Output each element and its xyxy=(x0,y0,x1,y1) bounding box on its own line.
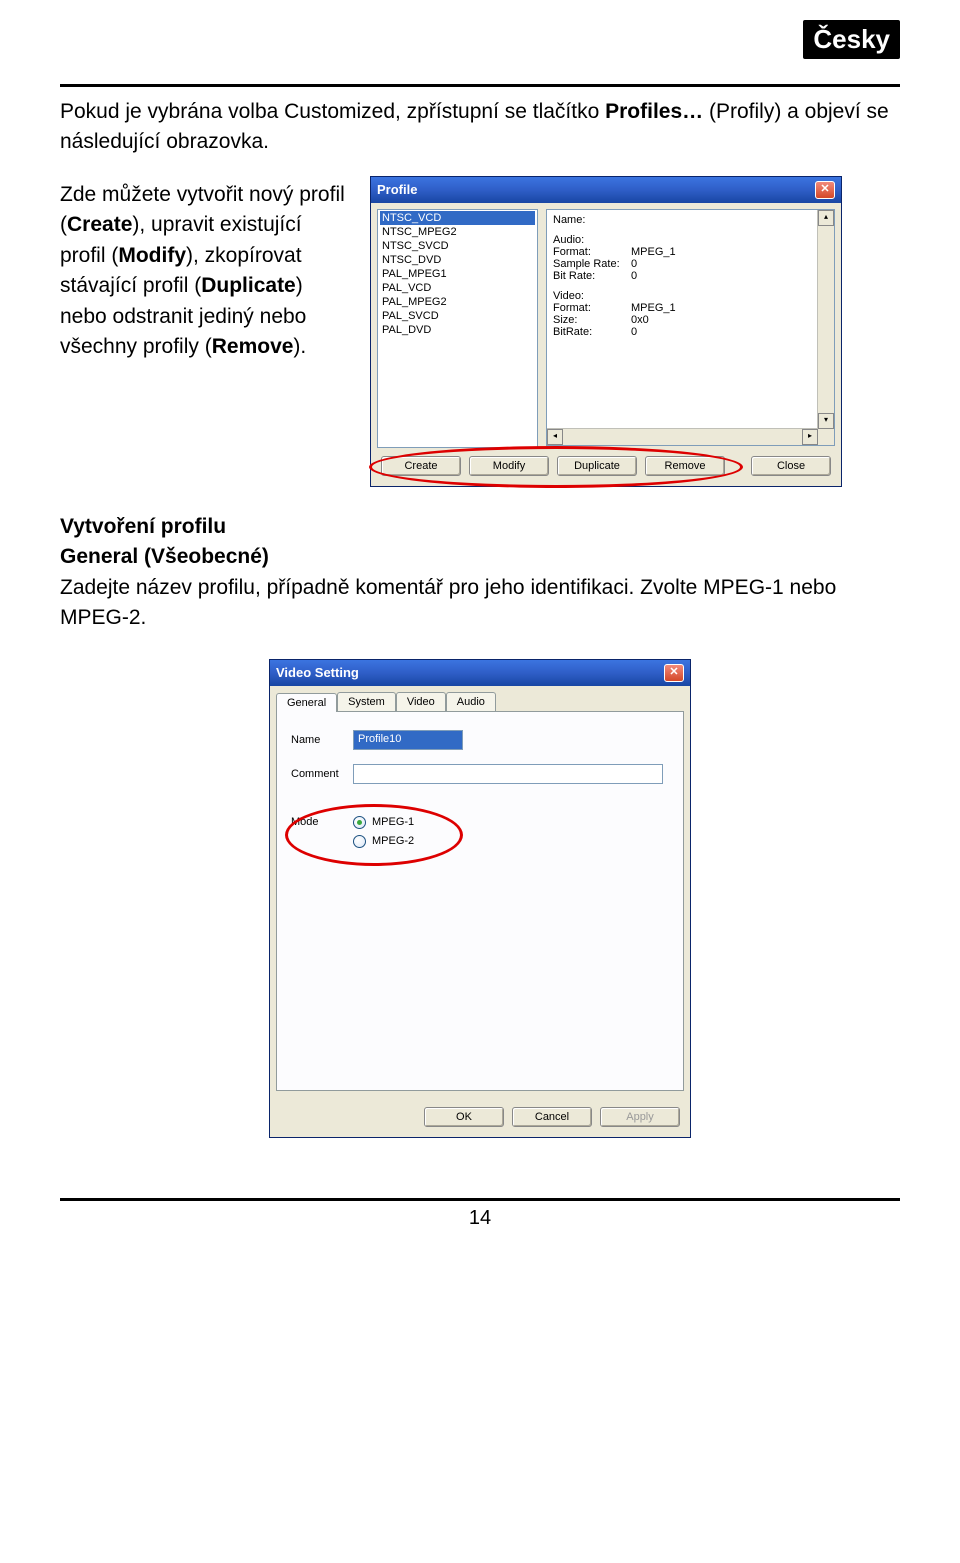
scroll-left-icon[interactable]: ◂ xyxy=(547,429,563,445)
list-item[interactable]: PAL_VCD xyxy=(380,281,535,295)
audio-format-val: MPEG_1 xyxy=(631,246,676,258)
section2-h1: Vytvoření profilu xyxy=(60,515,226,538)
list-item[interactable]: PAL_MPEG1 xyxy=(380,267,535,281)
section2-h2: General (Všeobecné) xyxy=(60,545,269,568)
tab-system[interactable]: System xyxy=(337,692,396,711)
hscroll[interactable]: ◂ ▸ xyxy=(547,428,818,445)
p2-b4: Remove xyxy=(212,335,294,358)
profile-details-panel: Name: Audio: Format:MPEG_1 Sample Rate:0… xyxy=(546,209,835,446)
video-size-val: 0x0 xyxy=(631,314,649,326)
p2-s5: ). xyxy=(293,335,306,358)
profile-titlebar[interactable]: Profile ✕ xyxy=(371,177,841,203)
p1-bold: Profiles… xyxy=(605,100,703,123)
radio-mpeg1[interactable] xyxy=(353,816,366,829)
name-label: Name: xyxy=(553,214,828,226)
scroll-down-icon[interactable]: ▾ xyxy=(818,413,834,429)
p2-b1: Create xyxy=(67,213,132,236)
profile-title: Profile xyxy=(377,182,417,197)
tab-panel-general: Name Profile10 Comment Mode MPEG-1 MPEG-… xyxy=(276,711,684,1091)
annotation-oval xyxy=(369,446,743,488)
audio-sr-val: 0 xyxy=(631,258,637,270)
video-format-val: MPEG_1 xyxy=(631,302,676,314)
close-icon[interactable]: ✕ xyxy=(664,664,684,682)
vs-title: Video Setting xyxy=(276,665,359,680)
scroll-right-icon[interactable]: ▸ xyxy=(802,429,818,445)
name-input[interactable]: Profile10 xyxy=(353,730,463,750)
comment-field-label: Comment xyxy=(291,768,353,780)
paragraph-2: Zde můžete vytvořit nový profil (Create)… xyxy=(60,180,350,363)
apply-button[interactable]: Apply xyxy=(600,1107,680,1127)
vscroll[interactable]: ▴ ▾ xyxy=(817,210,834,445)
comment-input[interactable] xyxy=(353,764,663,784)
video-label: Video: xyxy=(553,290,828,302)
radio-mpeg2[interactable] xyxy=(353,835,366,848)
annotation-oval xyxy=(285,804,463,866)
tab-video[interactable]: Video xyxy=(396,692,446,711)
p2-b2: Modify xyxy=(118,244,186,267)
tab-general[interactable]: General xyxy=(276,693,337,712)
list-item[interactable]: NTSC_MPEG2 xyxy=(380,225,535,239)
name-field-label: Name xyxy=(291,734,353,746)
header-rule xyxy=(60,84,900,87)
paragraph-1: Pokud je vybrána volba Customized, zpřís… xyxy=(60,97,900,158)
video-size-key: Size: xyxy=(553,314,631,326)
list-item[interactable]: PAL_MPEG2 xyxy=(380,295,535,309)
list-item[interactable]: NTSC_SVCD xyxy=(380,239,535,253)
list-item[interactable]: PAL_SVCD xyxy=(380,309,535,323)
audio-format-key: Format: xyxy=(553,246,631,258)
list-item[interactable]: NTSC_DVD xyxy=(380,253,535,267)
page-number: 14 xyxy=(60,1207,900,1230)
video-br-key: BitRate: xyxy=(553,326,631,338)
video-setting-dialog: Video Setting ✕ General System Video Aud… xyxy=(269,659,691,1138)
section2-p: Zadejte název profilu, případně komentář… xyxy=(60,576,836,629)
video-br-val: 0 xyxy=(631,326,637,338)
audio-br-key: Bit Rate: xyxy=(553,270,631,282)
list-item[interactable]: PAL_DVD xyxy=(380,323,535,337)
close-icon[interactable]: ✕ xyxy=(815,181,835,199)
profile-dialog: Profile ✕ NTSC_VCD NTSC_MPEG2 NTSC_SVCD … xyxy=(370,176,842,487)
scroll-up-icon[interactable]: ▴ xyxy=(818,210,834,226)
tab-audio[interactable]: Audio xyxy=(446,692,496,711)
cancel-button[interactable]: Cancel xyxy=(512,1107,592,1127)
list-item[interactable]: NTSC_VCD xyxy=(380,211,535,225)
ok-button[interactable]: OK xyxy=(424,1107,504,1127)
audio-label: Audio: xyxy=(553,234,828,246)
video-format-key: Format: xyxy=(553,302,631,314)
language-badge: Česky xyxy=(803,20,900,59)
close-button[interactable]: Close xyxy=(751,456,831,476)
p2-b3: Duplicate xyxy=(201,274,296,297)
audio-br-val: 0 xyxy=(631,270,637,282)
profile-listbox[interactable]: NTSC_VCD NTSC_MPEG2 NTSC_SVCD NTSC_DVD P… xyxy=(377,209,538,448)
section2-heading: Vytvoření profilu General (Všeobecné) Za… xyxy=(60,512,900,634)
vs-titlebar[interactable]: Video Setting ✕ xyxy=(270,660,690,686)
footer-rule xyxy=(60,1198,900,1201)
p1-pre: Pokud je vybrána volba Customized, zpřís… xyxy=(60,100,605,123)
tab-strip: General System Video Audio xyxy=(270,686,690,711)
audio-sr-key: Sample Rate: xyxy=(553,258,631,270)
